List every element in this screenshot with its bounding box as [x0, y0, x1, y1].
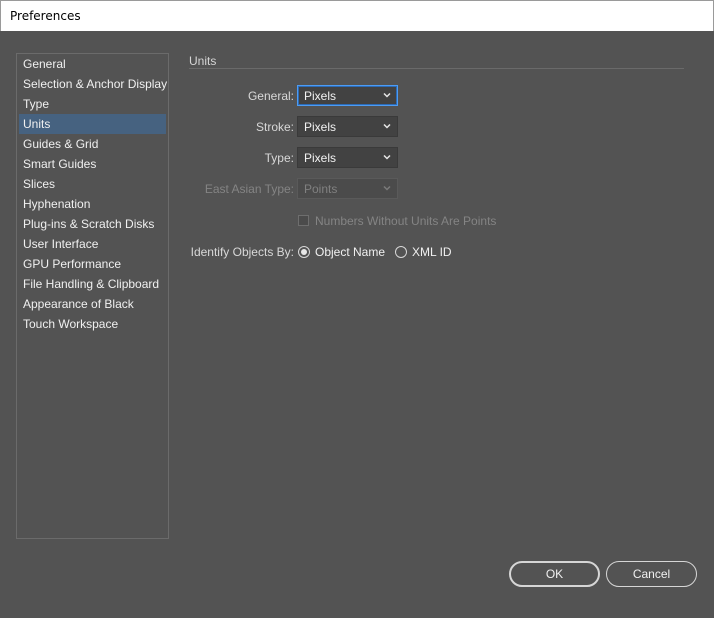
section-divider: [189, 68, 684, 69]
chevron-down-icon: [383, 185, 391, 191]
section-title: Units: [189, 54, 217, 68]
sidebar-item-smart-guides[interactable]: Smart Guides: [19, 154, 166, 174]
sidebar-item-user-interface[interactable]: User Interface: [19, 234, 166, 254]
sidebar-item-file-handling-clipboard[interactable]: File Handling & Clipboard: [19, 274, 166, 294]
sidebar-item-slices[interactable]: Slices: [19, 174, 166, 194]
type-units-label: Type:: [264, 151, 294, 165]
stroke-units-dropdown[interactable]: Pixels: [297, 116, 398, 137]
general-units-label: General:: [247, 89, 294, 103]
sidebar-item-plugins-scratch-disks[interactable]: Plug-ins & Scratch Disks: [19, 214, 166, 234]
preferences-category-list[interactable]: General Selection & Anchor Display Type …: [16, 53, 169, 539]
east-asian-type-label: East Asian Type:: [204, 182, 294, 196]
identify-objects-by-label: Identify Objects By:: [190, 245, 294, 259]
object-name-radio-label[interactable]: Object Name: [315, 245, 385, 259]
sidebar-item-guides-grid[interactable]: Guides & Grid: [19, 134, 166, 154]
xml-id-radio[interactable]: [395, 246, 407, 258]
sidebar-item-general[interactable]: General: [19, 54, 166, 74]
east-asian-type-value: Points: [304, 182, 338, 196]
numbers-without-units-label: Numbers Without Units Are Points: [315, 214, 497, 228]
sidebar-item-hyphenation[interactable]: Hyphenation: [19, 194, 166, 214]
sidebar-item-type[interactable]: Type: [19, 94, 166, 114]
object-name-radio[interactable]: [298, 246, 310, 258]
chevron-down-icon: [383, 154, 391, 160]
sidebar-item-units[interactable]: Units: [19, 114, 166, 134]
stroke-units-label: Stroke:: [255, 120, 294, 134]
numbers-without-units-checkbox: [298, 215, 309, 226]
general-units-value: Pixels: [304, 89, 337, 103]
east-asian-type-dropdown: Points: [297, 178, 398, 199]
sidebar-item-selection-anchor-display[interactable]: Selection & Anchor Display: [19, 74, 167, 94]
chevron-down-icon: [383, 123, 391, 129]
type-units-value: Pixels: [304, 151, 337, 165]
xml-id-radio-label[interactable]: XML ID: [412, 245, 452, 259]
sidebar-item-appearance-of-black[interactable]: Appearance of Black: [19, 294, 166, 314]
ok-button[interactable]: OK: [509, 561, 600, 587]
title-bar: Preferences: [0, 0, 714, 31]
general-units-dropdown[interactable]: Pixels: [297, 85, 398, 106]
stroke-units-value: Pixels: [304, 120, 337, 134]
sidebar-item-touch-workspace[interactable]: Touch Workspace: [19, 314, 166, 334]
cancel-button[interactable]: Cancel: [606, 561, 697, 587]
window-title: Preferences: [10, 9, 81, 23]
chevron-down-icon: [383, 92, 391, 98]
type-units-dropdown[interactable]: Pixels: [297, 147, 398, 168]
sidebar-item-gpu-performance[interactable]: GPU Performance: [19, 254, 166, 274]
